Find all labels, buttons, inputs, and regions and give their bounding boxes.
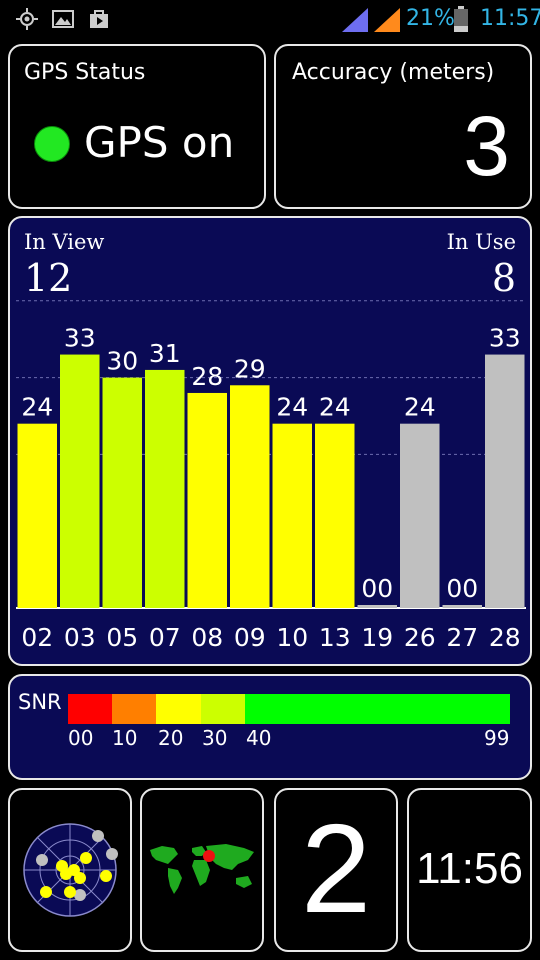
satellite-chart-panel[interactable]: 24 02 33 03 30 05 31 07 28 08 29 09 24 10 24 13 00 19 24 26… [8, 216, 532, 666]
bar-value-label: 33 [64, 324, 96, 353]
snr-bar-28 [485, 354, 525, 608]
gps-state-text: GPS on [84, 118, 235, 167]
count-widget[interactable]: 2 [274, 788, 398, 952]
battery-icon [454, 6, 468, 32]
snr-bar-26 [400, 423, 440, 608]
satellite-id-label: 05 [106, 623, 138, 652]
in-view-value: 12 [24, 256, 73, 300]
in-use-label: In Use [446, 230, 516, 254]
snr-bar-07 [145, 369, 185, 608]
gps-indicator [34, 126, 70, 162]
snr-tick-3: 30 [202, 726, 228, 750]
snr-bar-09 [230, 385, 270, 608]
satellite-id-label: 02 [21, 623, 53, 652]
bar-value-label: 24 [404, 393, 436, 422]
satellite-id-label: 07 [149, 623, 181, 652]
snr-segment [68, 694, 112, 724]
gps-status-panel[interactable]: GPS Status GPS on [8, 44, 266, 209]
snr-segment [112, 694, 156, 724]
signal-bars-icon [374, 8, 400, 32]
bar-value-label: 29 [234, 354, 266, 383]
bar-value-label: 28 [191, 362, 223, 391]
satellite-id-label: 19 [361, 623, 393, 652]
satellite-id-label: 27 [446, 623, 478, 652]
gps-status-title: GPS Status [24, 60, 146, 85]
snr-segment [201, 694, 245, 724]
status-bar: 21% 11:57 [0, 0, 540, 38]
satellite-radar-icon [23, 823, 118, 917]
snr-segment [156, 694, 201, 724]
accuracy-title: Accuracy (meters) [292, 60, 495, 85]
snr-label: SNR [18, 690, 62, 714]
satellite-id-label: 28 [489, 623, 521, 652]
snr-segment [245, 694, 510, 724]
satellite-id-label: 09 [234, 623, 266, 652]
satellite-id-label: 10 [276, 623, 308, 652]
bar-value-label: 24 [276, 393, 308, 422]
bar-value-label: 30 [106, 347, 138, 376]
image-icon [52, 10, 74, 28]
in-use-value: 8 [491, 256, 516, 300]
bar-value-label: 00 [361, 574, 393, 603]
snr-bar-08 [187, 392, 227, 608]
snr-tick-0: 00 [68, 726, 94, 750]
world-map-widget[interactable] [140, 788, 264, 952]
bar-value-label: 31 [149, 339, 181, 368]
snr-tick-4: 40 [246, 726, 272, 750]
time-widget[interactable]: 11:56 [407, 788, 532, 952]
snr-bar-27 [442, 605, 482, 608]
snr-scale-panel: SNR 00 10 20 30 40 99 [8, 674, 532, 780]
snr-color-scale [68, 694, 510, 724]
snr-bar-10 [272, 423, 312, 608]
snr-bar-13 [315, 423, 355, 608]
accuracy-panel[interactable]: Accuracy (meters) 3 [274, 44, 532, 209]
gps-target-icon [16, 8, 38, 30]
in-view-label: In View [24, 230, 105, 254]
bar-value-label: 00 [446, 574, 478, 603]
battery-percent: 21% [406, 6, 455, 31]
fix-time: 11:56 [416, 844, 523, 893]
signal-bars-icon [342, 8, 368, 32]
bar-value-label: 24 [21, 393, 53, 422]
satellite-id-label: 08 [191, 623, 223, 652]
big-number: 2 [300, 798, 372, 939]
satellite-id-label: 03 [64, 623, 96, 652]
snr-tick-5: 99 [484, 726, 510, 750]
satellite-id-label: 13 [319, 623, 351, 652]
status-clock: 11:57 [480, 6, 540, 31]
snr-tick-2: 20 [158, 726, 184, 750]
snr-bar-05 [102, 377, 142, 608]
satellite-id-label: 26 [404, 623, 436, 652]
bar-value-label: 33 [489, 324, 521, 353]
snr-bar-02 [17, 423, 57, 608]
shopping-bag-icon [90, 10, 108, 28]
accuracy-value: 3 [463, 99, 510, 193]
radar-widget[interactable] [8, 788, 132, 952]
snr-tick-1: 10 [112, 726, 138, 750]
satellite-snr-chart: 24 02 33 03 30 05 31 07 28 08 29 09 24 10 24 13 00 19 24 26… [16, 300, 526, 652]
bar-value-label: 24 [319, 393, 351, 422]
snr-bar-19 [357, 605, 397, 608]
world-map-icon [150, 844, 254, 894]
snr-bar-03 [60, 354, 100, 608]
